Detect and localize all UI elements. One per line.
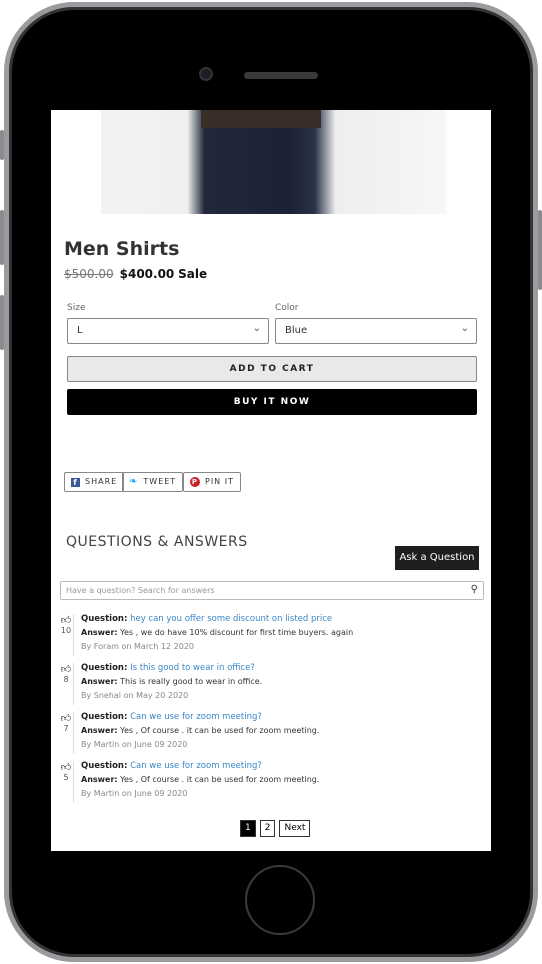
front-camera xyxy=(199,67,213,81)
qa-search-input[interactable]: Have a question? Search for answers ⚲ xyxy=(60,581,484,600)
page-1[interactable]: 1 xyxy=(240,820,256,837)
facebook-share-button[interactable]: f SHARE xyxy=(64,472,125,492)
vote[interactable]: 👍︎ 7 xyxy=(60,712,72,733)
product-title: Men Shirts xyxy=(64,238,180,260)
thumbs-up-icon[interactable]: 👍︎ xyxy=(60,614,72,626)
question-link[interactable]: hey can you offer some discount on liste… xyxy=(130,614,332,624)
sale-price: $400.00 xyxy=(119,267,175,281)
color-select[interactable]: Blue ⌄ xyxy=(275,318,477,344)
mute-switch xyxy=(0,130,4,160)
size-value: L xyxy=(77,325,83,336)
pin-label: PIN IT xyxy=(205,477,234,486)
screen: Men Shirts $500.00 $400.00 Sale Size Colo… xyxy=(51,110,491,851)
vote-count: 5 xyxy=(63,773,69,782)
question-label: Question: xyxy=(81,712,128,722)
question-link[interactable]: Can we use for zoom meeting? xyxy=(130,712,262,722)
search-placeholder: Have a question? Search for answers xyxy=(66,586,215,595)
color-label: Color xyxy=(275,303,299,313)
twitter-icon: ❧ xyxy=(129,476,139,487)
chevron-down-icon: ⌄ xyxy=(460,323,469,334)
question-label: Question: xyxy=(81,761,128,771)
qa-item: 👍︎ 8 Question: Is this good to wear in of… xyxy=(60,663,480,705)
answer-label: Answer: xyxy=(81,726,118,735)
tweet-label: TWEET xyxy=(143,477,177,486)
size-label: Size xyxy=(67,303,86,313)
twitter-tweet-button[interactable]: ❧ TWEET xyxy=(122,472,184,492)
pagination: 1 2 Next xyxy=(240,820,311,837)
question-label: Question: xyxy=(81,663,128,673)
thumbs-up-icon[interactable]: 👍︎ xyxy=(60,761,72,773)
qa-item: 👍︎ 7 Question: Can we use for zoom meetin… xyxy=(60,712,480,754)
answer-label: Answer: xyxy=(81,628,118,637)
divider xyxy=(73,663,74,705)
volume-down-button xyxy=(0,295,4,350)
pinterest-pin-button[interactable]: P PIN IT xyxy=(183,472,241,492)
add-to-cart-button[interactable]: ADD TO CART xyxy=(67,356,477,382)
facebook-icon: f xyxy=(71,477,80,487)
divider xyxy=(73,712,74,754)
vote-count: 7 xyxy=(63,724,69,733)
chevron-down-icon: ⌄ xyxy=(252,323,261,334)
search-icon[interactable]: ⚲ xyxy=(471,584,478,595)
answer-label: Answer: xyxy=(81,677,118,686)
qa-heading: QUESTIONS & ANSWERS xyxy=(66,534,248,550)
speaker-grille xyxy=(244,72,318,79)
home-button[interactable] xyxy=(245,865,315,935)
answer-text: Yes , we do have 10% discount for first … xyxy=(120,628,354,637)
color-value: Blue xyxy=(285,325,308,336)
ask-question-button[interactable]: Ask a Question xyxy=(395,546,479,570)
vote-count: 8 xyxy=(63,675,69,684)
thumbs-up-icon[interactable]: 👍︎ xyxy=(60,712,72,724)
answer-author: By Martin on June 09 2020 xyxy=(81,789,188,798)
qa-item: 👍︎ 10 Question: hey can you offer some di… xyxy=(60,614,480,656)
answer-text: This is really good to wear in office. xyxy=(120,677,263,686)
power-button xyxy=(538,210,542,290)
vote[interactable]: 👍︎ 10 xyxy=(60,614,72,635)
volume-up-button xyxy=(0,210,4,265)
buy-it-now-button[interactable]: BUY IT NOW xyxy=(67,389,477,415)
size-select[interactable]: L ⌄ xyxy=(67,318,269,344)
vote-count: 10 xyxy=(60,626,72,635)
answer-author: By Martin on June 09 2020 xyxy=(81,740,188,749)
original-price: $500.00 xyxy=(64,267,114,281)
share-label: SHARE xyxy=(85,477,118,486)
vote[interactable]: 👍︎ 5 xyxy=(60,761,72,782)
page-2[interactable]: 2 xyxy=(259,820,276,837)
pinterest-icon: P xyxy=(190,477,200,487)
next-page-button[interactable]: Next xyxy=(279,820,311,837)
question-label: Question: xyxy=(81,614,128,624)
qa-item: 👍︎ 5 Question: Can we use for zoom meetin… xyxy=(60,761,480,803)
answer-label: Answer: xyxy=(81,775,118,784)
question-link[interactable]: Is this good to wear in office? xyxy=(130,663,255,673)
sale-label: Sale xyxy=(178,267,208,281)
answer-author: By Foram on March 12 2020 xyxy=(81,642,195,651)
product-image xyxy=(101,110,446,214)
question-link[interactable]: Can we use for zoom meeting? xyxy=(130,761,262,771)
answer-text: Yes , Of course . it can be used for zoo… xyxy=(120,726,320,735)
divider xyxy=(73,761,74,803)
divider xyxy=(73,614,74,656)
answer-author: By Snehal on May 20 2020 xyxy=(81,691,189,700)
thumbs-up-icon[interactable]: 👍︎ xyxy=(60,663,72,675)
price: $500.00 $400.00 Sale xyxy=(64,267,207,281)
answer-text: Yes , Of course . it can be used for zoo… xyxy=(120,775,320,784)
vote[interactable]: 👍︎ 8 xyxy=(60,663,72,684)
